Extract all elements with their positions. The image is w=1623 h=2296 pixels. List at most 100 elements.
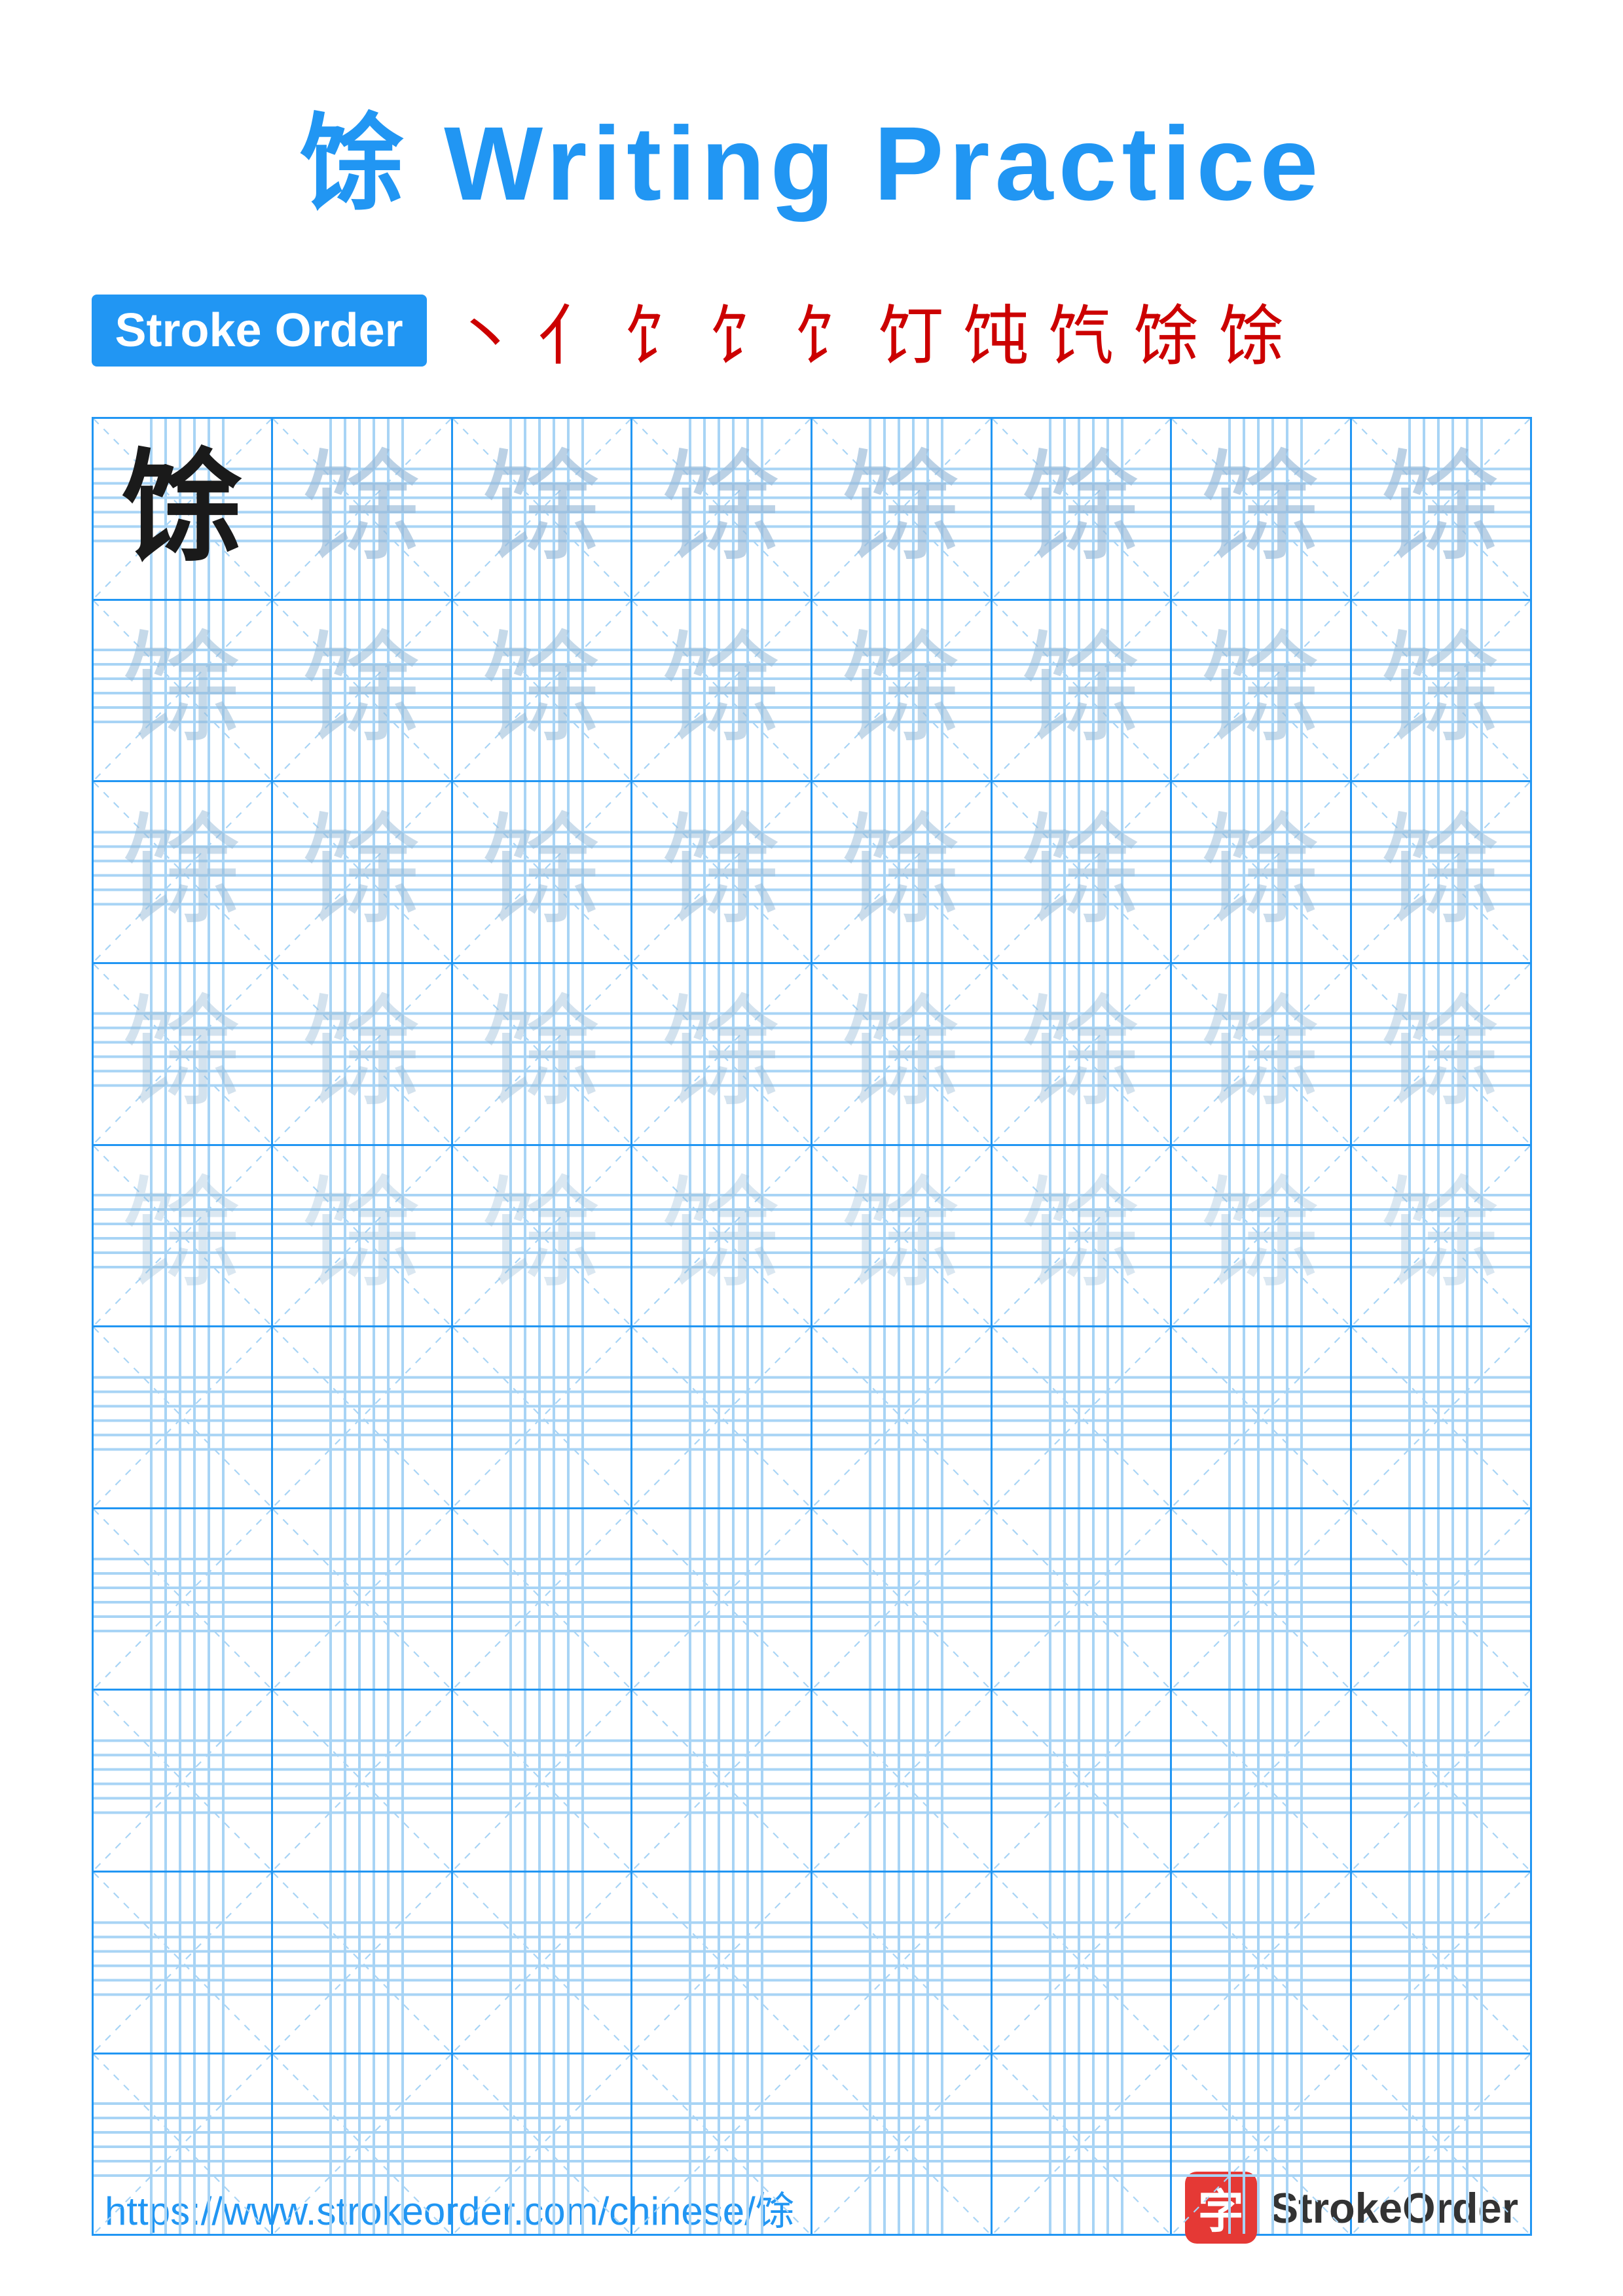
cell-character: 馀	[812, 782, 991, 962]
stroke-8: 饩	[1049, 283, 1114, 378]
grid-cell[interactable]	[993, 2054, 1173, 2234]
grid-cell[interactable]: 馀	[94, 419, 274, 599]
cell-character	[1352, 1327, 1530, 1507]
grid-cell[interactable]	[453, 2054, 633, 2234]
grid-cell[interactable]: 馀	[993, 782, 1173, 962]
grid-cell[interactable]: 馀	[632, 419, 812, 599]
grid-cell[interactable]	[453, 1509, 633, 1689]
grid-cell[interactable]	[993, 1873, 1173, 2053]
cell-character: 馀	[1352, 782, 1530, 962]
cell-character	[1352, 2054, 1530, 2234]
grid-cell[interactable]	[453, 1873, 633, 2053]
cell-character: 馀	[812, 419, 991, 599]
grid-cell[interactable]	[632, 1873, 812, 2053]
cell-character: 馀	[453, 1146, 631, 1326]
grid-cell[interactable]: 馀	[453, 601, 633, 781]
grid-cell[interactable]: 馀	[453, 1146, 633, 1326]
grid-cell[interactable]	[94, 1873, 274, 2053]
grid-cell[interactable]	[94, 2054, 274, 2234]
grid-cell[interactable]	[1172, 1691, 1352, 1871]
grid-cell[interactable]	[812, 1509, 993, 1689]
grid-cell[interactable]	[273, 1509, 453, 1689]
grid-cell[interactable]	[812, 2054, 993, 2234]
grid-cell[interactable]: 馀	[453, 782, 633, 962]
grid-cell[interactable]	[273, 2054, 453, 2234]
grid-cell[interactable]: 馀	[1172, 1146, 1352, 1326]
grid-cell[interactable]: 馀	[273, 1146, 453, 1326]
grid-cell[interactable]: 馀	[1172, 419, 1352, 599]
cell-character	[632, 1873, 811, 2053]
cell-character: 馀	[1172, 782, 1350, 962]
grid-cell[interactable]	[273, 1873, 453, 2053]
grid-cell[interactable]: 馀	[273, 419, 453, 599]
page-title: 馀 Writing Practice	[300, 79, 1324, 230]
grid-cell[interactable]: 馀	[812, 964, 993, 1144]
grid-cell[interactable]: 馀	[812, 1146, 993, 1326]
grid-cell[interactable]: 馀	[94, 782, 274, 962]
cell-character: 馀	[1352, 419, 1530, 599]
grid-cell[interactable]: 馀	[1172, 964, 1352, 1144]
cell-character	[632, 1691, 811, 1871]
grid-cell[interactable]	[1172, 1873, 1352, 2053]
grid-cell[interactable]	[273, 1327, 453, 1507]
grid-cell[interactable]	[1352, 1691, 1530, 1871]
grid-cell[interactable]: 馀	[993, 419, 1173, 599]
grid-cell[interactable]	[632, 1691, 812, 1871]
grid-cell[interactable]	[1352, 1327, 1530, 1507]
grid-cell[interactable]: 馀	[453, 419, 633, 599]
grid-cell[interactable]: 馀	[453, 964, 633, 1144]
grid-cell[interactable]: 馀	[1172, 601, 1352, 781]
cell-character	[993, 2054, 1171, 2234]
cell-character: 馀	[1172, 1146, 1350, 1326]
grid-cell[interactable]: 馀	[993, 601, 1173, 781]
grid-cell[interactable]: 馀	[1352, 964, 1530, 1144]
grid-row: 馀 馀 馀 馀 馀 馀 馀 馀	[94, 419, 1530, 601]
grid-cell[interactable]	[1172, 1509, 1352, 1689]
grid-cell[interactable]: 馀	[1352, 419, 1530, 599]
grid-cell[interactable]: 馀	[812, 419, 993, 599]
grid-cell[interactable]	[812, 1691, 993, 1871]
grid-cell[interactable]	[993, 1327, 1173, 1507]
grid-cell[interactable]	[453, 1691, 633, 1871]
grid-cell[interactable]	[1352, 2054, 1530, 2234]
grid-cell[interactable]	[812, 1327, 993, 1507]
grid-cell[interactable]	[632, 1327, 812, 1507]
grid-cell[interactable]: 馀	[1352, 1146, 1530, 1326]
grid-cell[interactable]	[632, 2054, 812, 2234]
grid-cell[interactable]	[632, 1509, 812, 1689]
grid-cell[interactable]	[1172, 2054, 1352, 2234]
grid-cell[interactable]: 馀	[632, 1146, 812, 1326]
grid-cell[interactable]: 馀	[273, 964, 453, 1144]
grid-cell[interactable]	[94, 1509, 274, 1689]
grid-cell[interactable]	[812, 1873, 993, 2053]
grid-cell[interactable]: 馀	[94, 964, 274, 1144]
grid-cell[interactable]: 馀	[94, 601, 274, 781]
grid-cell[interactable]: 馀	[94, 1146, 274, 1326]
grid-cell[interactable]: 馀	[993, 1146, 1173, 1326]
grid-cell[interactable]	[993, 1691, 1173, 1871]
grid-cell[interactable]	[94, 1327, 274, 1507]
grid-cell[interactable]: 馀	[1352, 601, 1530, 781]
grid-cell[interactable]	[273, 1691, 453, 1871]
grid-cell[interactable]	[1172, 1327, 1352, 1507]
grid-cell[interactable]	[1352, 1509, 1530, 1689]
grid-cell[interactable]	[993, 1509, 1173, 1689]
grid-cell[interactable]: 馀	[812, 782, 993, 962]
cell-character	[453, 2054, 631, 2234]
grid-cell[interactable]: 馀	[273, 601, 453, 781]
grid-cell[interactable]: 馀	[632, 601, 812, 781]
grid-cell[interactable]: 馀	[632, 964, 812, 1144]
grid-cell[interactable]: 馀	[1352, 782, 1530, 962]
cell-character	[812, 1327, 991, 1507]
grid-cell[interactable]: 馀	[1172, 782, 1352, 962]
grid-cell[interactable]	[1352, 1873, 1530, 2053]
grid-cell[interactable]: 馀	[993, 964, 1173, 1144]
grid-cell[interactable]	[453, 1327, 633, 1507]
grid-cell[interactable]	[94, 1691, 274, 1871]
cell-character: 馀	[273, 601, 451, 781]
grid-cell[interactable]: 馀	[632, 782, 812, 962]
grid-cell[interactable]: 馀	[273, 782, 453, 962]
grid-cell[interactable]: 馀	[812, 601, 993, 781]
stroke-order-chars: 丶 亻 饣 饣 饣 饤 饨 饩 馀 馀	[453, 283, 1285, 378]
cell-character: 馀	[453, 601, 631, 781]
